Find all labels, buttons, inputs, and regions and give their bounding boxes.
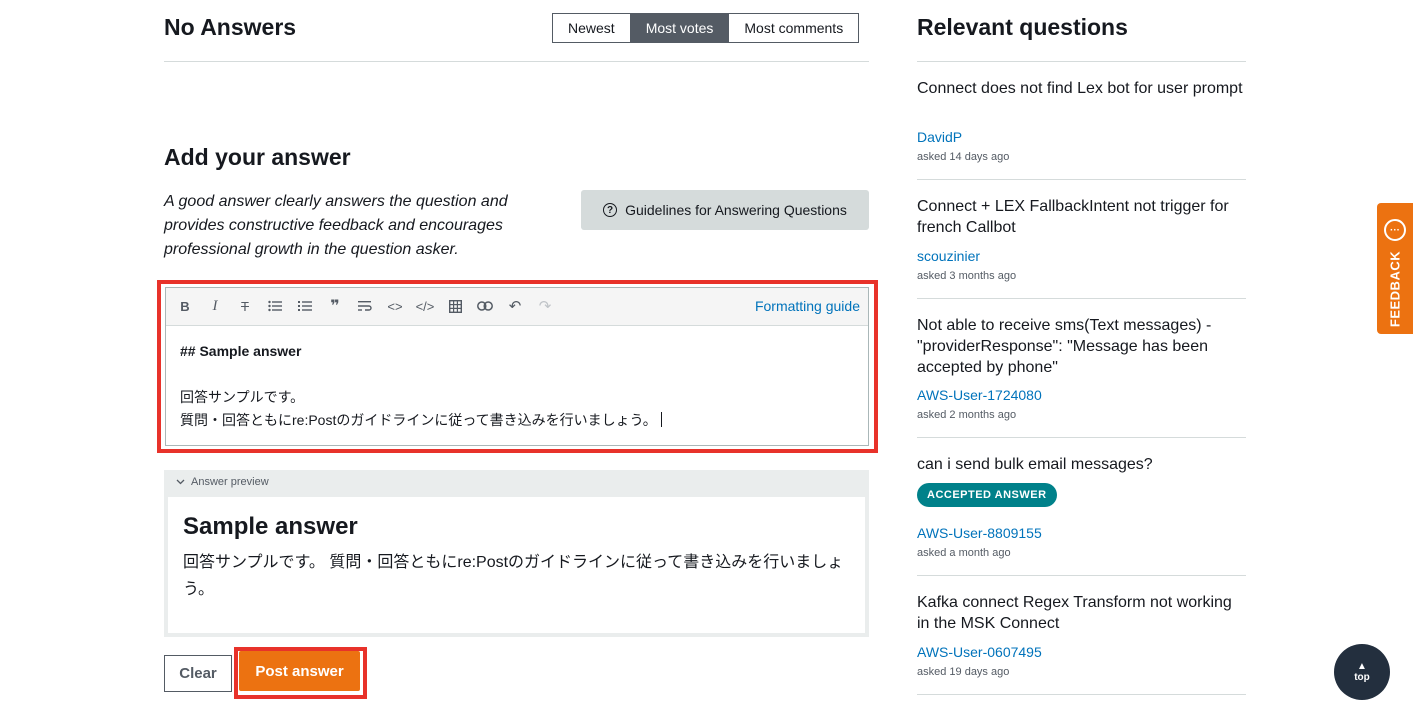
preview-heading: Sample answer — [183, 513, 358, 540]
feedback-label: FEEDBACK — [1387, 250, 1403, 328]
sort-most-votes-button[interactable]: Most votes — [629, 14, 729, 42]
question-title-link[interactable]: Connect does not find Lex bot for user p… — [917, 78, 1247, 99]
question-title-link[interactable]: Kafka connect Regex Transform not workin… — [917, 592, 1247, 634]
post-highlight-box — [234, 647, 367, 699]
back-to-top-button[interactable]: ▲ top — [1334, 644, 1390, 700]
feedback-tab[interactable]: ··· FEEDBACK — [1377, 203, 1413, 334]
divider — [917, 61, 1246, 62]
answers-heading: No Answers — [164, 14, 297, 40]
editor-highlight-box — [157, 280, 878, 453]
answer-guidance-text: A good answer clearly answers the questi… — [164, 193, 508, 258]
divider — [917, 694, 1246, 695]
arrow-up-icon: ▲ — [1357, 660, 1367, 672]
guidelines-button[interactable]: ? Guidelines for Answering Questions — [581, 190, 869, 230]
question-title-link[interactable]: Not able to receive sms(Text messages) -… — [917, 315, 1247, 378]
relevant-questions-heading: Relevant questions — [917, 14, 1128, 40]
divider — [917, 298, 1246, 299]
question-author-link[interactable]: AWS-User-1724080 — [917, 387, 1042, 403]
question-meta: asked a month ago — [917, 547, 1011, 559]
divider — [917, 575, 1246, 576]
help-circle-icon: ? — [603, 203, 618, 217]
divider — [917, 179, 1246, 180]
sort-toggle: Newest Most votes Most comments — [552, 13, 860, 43]
answer-preview-panel: Answer preview Sample answer 回答サンプルです。 質… — [164, 470, 869, 637]
question-author-link[interactable]: DavidP — [917, 129, 962, 145]
sort-newest-button[interactable]: Newest — [553, 14, 630, 42]
divider — [164, 61, 869, 62]
chat-bubble-icon: ··· — [1384, 219, 1406, 241]
chevron-down-icon — [176, 476, 185, 488]
accepted-answer-badge: ACCEPTED ANSWER — [917, 483, 1057, 507]
question-author-link[interactable]: AWS-User-8809155 — [917, 525, 1042, 541]
question-meta: asked 2 months ago — [917, 409, 1017, 421]
question-meta: asked 3 months ago — [917, 270, 1017, 282]
question-title-link[interactable]: can i send bulk email messages? — [917, 454, 1247, 475]
answer-preview-content: Sample answer 回答サンプルです。 質問・回答ともにre:Postの… — [168, 497, 865, 633]
question-meta: asked 14 days ago — [917, 151, 1010, 163]
question-meta: asked 19 days ago — [917, 666, 1010, 678]
guidelines-button-label: Guidelines for Answering Questions — [625, 202, 847, 218]
divider — [917, 437, 1246, 438]
preview-text: 回答サンプルです。 質問・回答ともにre:Postのガイドラインに従って書き込み… — [183, 554, 844, 598]
answer-preview-toggle[interactable]: Answer preview — [176, 476, 269, 488]
back-to-top-label: top — [1354, 671, 1370, 683]
add-answer-heading: Add your answer — [164, 144, 351, 170]
answer-preview-label: Answer preview — [191, 476, 269, 488]
sort-most-comments-button[interactable]: Most comments — [728, 14, 859, 42]
question-author-link[interactable]: scouzinier — [917, 248, 980, 264]
question-title-link[interactable]: Connect + LEX FallbackIntent not trigger… — [917, 196, 1247, 238]
clear-button[interactable]: Clear — [164, 655, 232, 692]
question-author-link[interactable]: AWS-User-0607495 — [917, 644, 1042, 660]
